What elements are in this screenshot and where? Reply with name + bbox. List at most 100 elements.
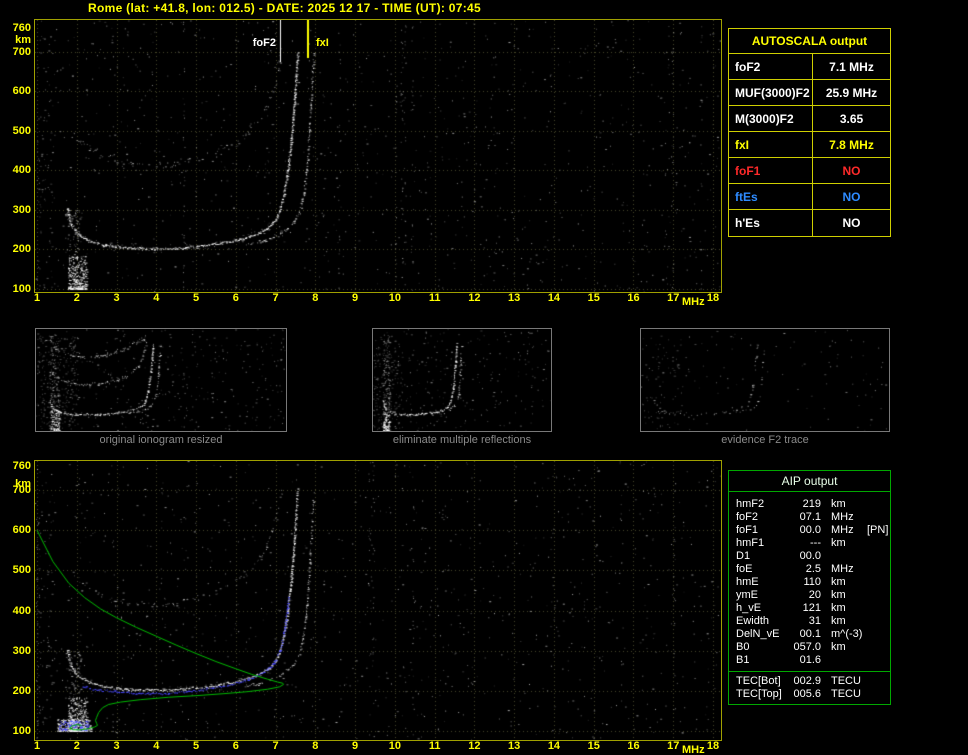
x-axis-tick-label: 11 xyxy=(428,292,441,304)
aip-param-unit xyxy=(821,654,865,667)
autoscala-row: foF1 NO xyxy=(729,158,890,184)
autoscala-row: ftEs NO xyxy=(729,184,890,210)
aip-row: B0 057.0 km xyxy=(729,641,890,654)
aip-param-label: hmF1 xyxy=(736,537,765,549)
autoscala-param-label: fxI xyxy=(729,132,813,157)
aip-param-unit: MHz xyxy=(831,511,854,523)
aip-param-unit: km xyxy=(831,537,846,549)
aip-row: hmF1 --- km xyxy=(729,537,890,550)
aip-param-label: h_vE xyxy=(736,602,762,614)
top-ionogram-canvas xyxy=(35,20,721,292)
aip-param-note xyxy=(865,589,890,602)
aip-output-title: AIP output xyxy=(729,471,890,492)
x-axis-tick-label: 8 xyxy=(312,292,319,304)
autoscala-output-title: AUTOSCALA output xyxy=(729,29,890,54)
x-axis-tick-label: 15 xyxy=(587,740,600,752)
autoscala-row: h'Es NO xyxy=(729,210,890,236)
autoscala-param-value: 3.65 xyxy=(839,112,864,126)
x-axis-tick-label: 4 xyxy=(153,740,160,752)
thumb-caption-original: original ionogram resized xyxy=(99,434,223,446)
y-axis-tick-label: 300 xyxy=(12,644,31,657)
aip-param-value: 110 xyxy=(803,576,821,588)
autoscala-param-label: h'Es xyxy=(729,210,813,236)
x-axis-tick-label: 7 xyxy=(272,292,279,304)
y-axis-tick-label: 200 xyxy=(12,243,31,256)
x-axis-tick-label: 6 xyxy=(232,740,239,752)
aip-param-unit: km xyxy=(831,576,846,588)
y-axis-tick-label: 300 xyxy=(12,203,31,216)
aip-param-value: 00.0 xyxy=(799,550,821,562)
x-axis-tick-label: 9 xyxy=(352,740,359,752)
aip-param-note xyxy=(865,654,890,667)
autoscala-param-value: 7.1 MHz xyxy=(829,60,874,74)
aip-param-unit: km xyxy=(831,602,846,614)
y-axis-tick-label: 500 xyxy=(12,124,31,137)
x-axis-tick-label: 9 xyxy=(352,292,359,304)
aip-param-note xyxy=(865,675,890,688)
aip-param-value: 00.0 xyxy=(799,524,821,536)
x-axis-tick-label: 6 xyxy=(232,292,239,304)
x-axis-unit-label: MHz xyxy=(682,296,705,308)
aip-param-value: 219 xyxy=(802,498,821,510)
autoscala-param-value: NO xyxy=(842,164,861,178)
station-date-time-header: Rome (lat: +41.8, lon: 012.5) - DATE: 20… xyxy=(88,1,481,15)
aip-param-label: D1 xyxy=(736,550,751,562)
aip-row: TEC[Top] 005.6 TECU xyxy=(729,688,890,701)
aip-row: B1 01.6 xyxy=(729,654,890,667)
aip-param-note xyxy=(865,511,890,524)
aip-param-value: 31 xyxy=(808,615,821,627)
aip-param-note xyxy=(865,641,890,654)
bottom-ionogram-plot xyxy=(34,460,722,741)
aip-param-unit: m^(-3) xyxy=(831,628,863,640)
aip-row: hmE 110 km xyxy=(729,576,890,589)
x-axis-tick-label: 13 xyxy=(508,740,521,752)
x-axis-tick-label: 8 xyxy=(312,740,319,752)
aip-param-label: TEC[Bot] xyxy=(736,675,781,687)
aip-row: foE 2.5 MHz xyxy=(729,563,890,576)
aip-param-unit: TECU xyxy=(831,675,861,687)
autoscala-screen: Rome (lat: +41.8, lon: 012.5) - DATE: 20… xyxy=(0,0,968,755)
bottom-ionogram-canvas xyxy=(35,461,721,740)
aip-param-unit: MHz xyxy=(831,563,854,575)
aip-param-label: B0 xyxy=(736,641,750,653)
aip-param-value: 07.1 xyxy=(799,511,821,523)
aip-param-note xyxy=(865,498,890,511)
y-axis-unit-label: km xyxy=(15,478,31,490)
autoscala-output-table: AUTOSCALA output foF2 7.1 MHz MUF(3000)F2 2… xyxy=(728,28,891,237)
thumb-evidence-f2-trace xyxy=(640,328,890,432)
x-axis-tick-label: 1 xyxy=(33,740,41,752)
autoscala-param-label: MUF(3000)F2 xyxy=(729,80,813,105)
autoscala-param-value: 7.8 MHz xyxy=(829,138,874,152)
thumb-caption-evidence: evidence F2 trace xyxy=(721,434,809,446)
thumb-evidence-f2-trace-canvas xyxy=(641,329,889,431)
y-axis-tick-label: 760 xyxy=(12,22,31,34)
aip-param-value: 2.5 xyxy=(805,563,821,575)
autoscala-param-label: M(3000)F2 xyxy=(729,106,813,131)
y-axis-unit-label: km xyxy=(15,34,31,46)
aip-row: ymE 20 km xyxy=(729,589,890,602)
x-axis-tick-label: 16 xyxy=(627,292,640,304)
aip-param-unit xyxy=(821,550,865,563)
aip-param-label: Ewidth xyxy=(736,615,770,627)
aip-row: hmF2 219 km xyxy=(729,498,890,511)
y-axis-tick-label: 400 xyxy=(12,164,31,177)
aip-param-unit: km xyxy=(831,589,846,601)
y-axis-tick-label: 600 xyxy=(12,85,31,98)
aip-param-value: --- xyxy=(810,537,821,549)
aip-param-note xyxy=(865,688,890,701)
thumb-eliminate-multiples-canvas xyxy=(373,329,551,431)
aip-row: foF1 00.0 MHz [PN] xyxy=(729,524,890,537)
x-axis-tick-label: 2 xyxy=(73,740,80,752)
x-axis-tick-label: 17 xyxy=(667,740,680,752)
x-axis-tick-label: 1 xyxy=(33,292,41,304)
x-axis-tick-label: 11 xyxy=(428,740,441,752)
autoscala-param-label: ftEs xyxy=(729,184,813,209)
x-axis-tick-label: 5 xyxy=(192,292,200,304)
aip-param-note xyxy=(865,602,890,615)
aip-row: DelN_vE 00.1 m^(-3) xyxy=(729,628,890,641)
x-axis-tick-label: 12 xyxy=(468,740,481,752)
aip-param-value: 20 xyxy=(808,589,821,601)
x-axis-tick-label: 12 xyxy=(468,292,481,304)
aip-param-label: ymE xyxy=(736,589,758,601)
thumb-original-ionogram xyxy=(35,328,287,432)
